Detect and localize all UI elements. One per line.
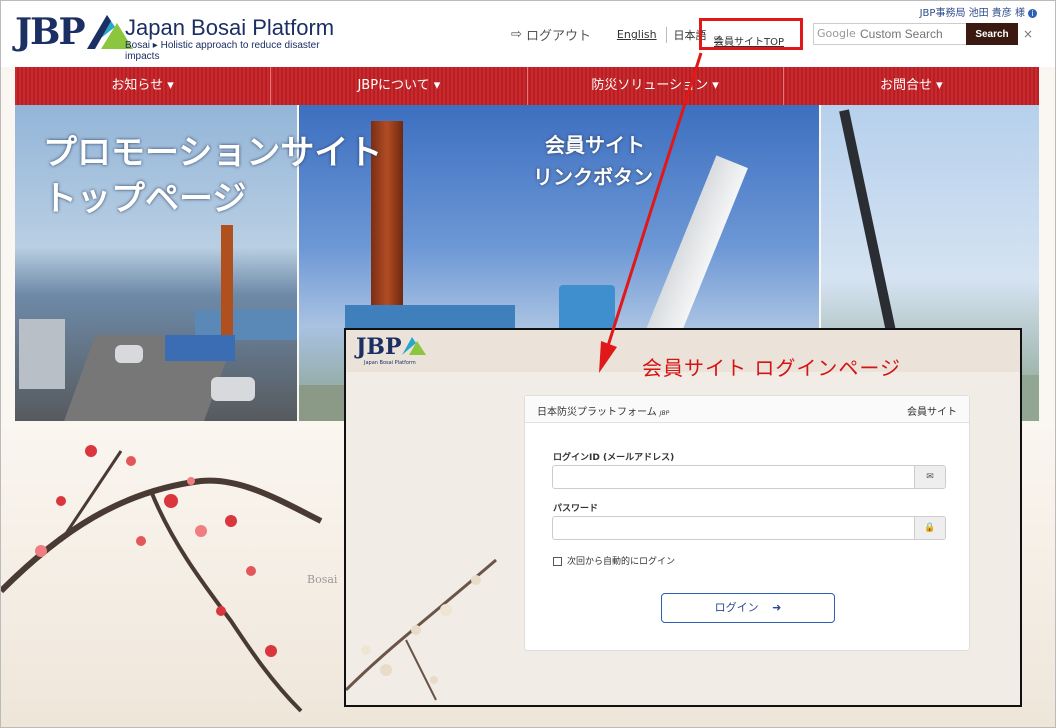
car-shape	[115, 345, 143, 363]
hero-promo-title-line1: プロモーションサイト	[43, 133, 383, 173]
login-button[interactable]: ログイン ➜	[661, 593, 835, 623]
main-nav: お知らせ ▾ JBPについて ▾ 防災ソリューション ▾ お問合せ ▾	[15, 67, 1039, 105]
pile-shape	[221, 225, 233, 345]
hero-link-label-line1: 会員サイト	[545, 133, 645, 157]
password-label: パスワード	[553, 504, 599, 514]
car-shape	[211, 377, 255, 401]
info-icon[interactable]: i	[1028, 9, 1037, 18]
nav-item-news[interactable]: お知らせ ▾	[15, 67, 272, 105]
logo-mark: JBP	[15, 11, 86, 53]
login-button-label: ログイン	[714, 601, 759, 614]
login-logo-mark: JBP	[356, 334, 402, 360]
site-logo[interactable]: JBP Japan Bosai Platform Bosai ▸ Holisti…	[15, 9, 355, 62]
screenshot-frame: JBP Japan Bosai Platform Bosai ▸ Holisti…	[0, 0, 1056, 728]
crane-boom-shape	[839, 109, 901, 357]
login-id-label: ログインID (メールアドレス)	[553, 453, 675, 463]
login-page-caption: 会員サイト ログインページ	[642, 356, 901, 380]
login-page-inset: JBP Japan Bosai Platform 会員サイト ログインページ 日…	[344, 328, 1022, 707]
card-title-small: JBP	[659, 410, 670, 417]
google-label: Google	[817, 27, 856, 40]
card-title: 日本防災プラットフォーム	[537, 407, 657, 418]
lock-icon: 🔒	[914, 517, 945, 539]
hero-link-label-line2: リンクボタン	[533, 165, 653, 189]
logout-icon: ⇨	[511, 27, 522, 42]
bosai-text-fragment: Bosai	[307, 573, 338, 586]
close-icon[interactable]: ×	[1023, 27, 1033, 41]
top-utility-nav: ⇨ ログアウト English 日本語	[511, 25, 712, 44]
password-field[interactable]: 🔒	[552, 516, 946, 540]
lang-english-link[interactable]: English	[611, 28, 663, 41]
logout-label: ログアウト	[526, 29, 592, 44]
blossom-branch-icon	[346, 558, 497, 701]
hero-promo-title-line2: トップページ	[43, 179, 247, 219]
site-header: JBP Japan Bosai Platform Bosai ▸ Holisti…	[1, 1, 1055, 67]
site-search: Google Search ×	[813, 23, 1033, 45]
card-member-label: 会員サイト	[907, 407, 957, 418]
login-header-bar: JBP Japan Bosai Platform 会員サイト ログインページ	[346, 330, 1020, 380]
login-card: 日本防災プラットフォーム JBP 会員サイト ログインID (メールアドレス) ✉…	[524, 395, 970, 651]
user-info[interactable]: JBP事務局 池田 貴彦 様i	[920, 4, 1037, 19]
login-logo-triangle-icon	[402, 337, 426, 355]
login-id-field[interactable]: ✉	[552, 465, 946, 489]
logo-subtitle: Bosai ▸ Holistic approach to reduce disa…	[125, 40, 320, 62]
login-card-header: 日本防災プラットフォーム JBP 会員サイト	[525, 396, 969, 423]
checkbox-box[interactable]	[553, 557, 562, 566]
nav-item-solutions[interactable]: 防災ソリューション ▾	[528, 67, 784, 105]
plum-blossom-branch-icon	[1, 445, 323, 713]
login-logo-subtitle: Japan Bosai Platform	[364, 360, 416, 366]
train-shape	[19, 319, 65, 389]
sign-in-icon: ➜	[772, 601, 782, 614]
envelope-icon: ✉	[914, 466, 945, 488]
nav-item-about[interactable]: JBPについて ▾	[271, 67, 528, 105]
search-button[interactable]: Search	[966, 23, 1018, 45]
logo-name: Japan Bosai Platform	[125, 15, 335, 40]
rig-shape	[165, 335, 235, 361]
user-name: JBP事務局 池田 貴彦 様	[919, 8, 1025, 19]
nav-item-contact[interactable]: お問合せ ▾	[784, 67, 1039, 105]
member-top-label: 会員サイトTOP	[714, 37, 785, 48]
logout-link[interactable]: ⇨ ログアウト	[511, 25, 591, 44]
remember-me-checkbox[interactable]: 次回から自動的にログイン	[553, 554, 675, 567]
remember-me-label: 次回から自動的にログイン	[567, 557, 676, 567]
member-site-top-link[interactable]: ⇨ 会員サイトTOP	[699, 18, 803, 50]
